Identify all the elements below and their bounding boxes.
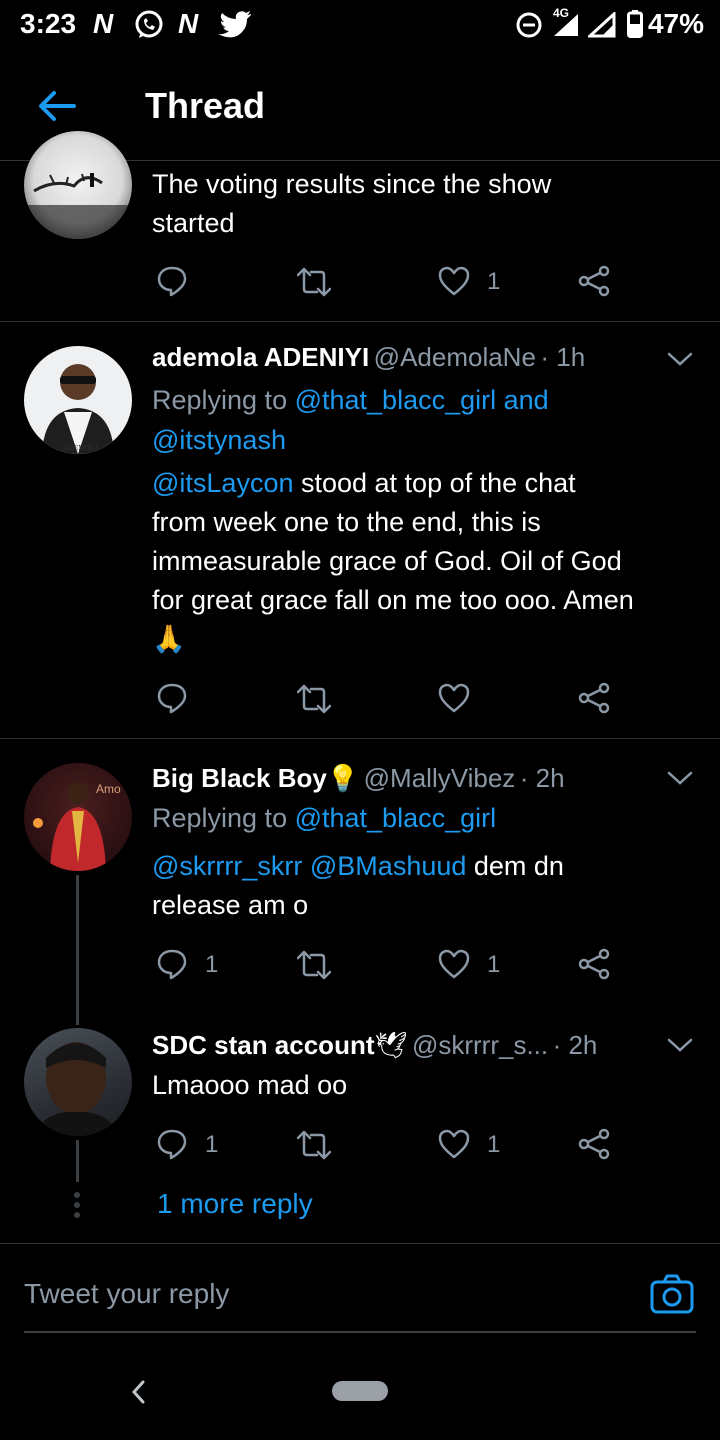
tweet-1[interactable]: The voting results since the show starte…	[0, 131, 720, 321]
avatar-ademola[interactable]: ADEMOLA	[24, 346, 132, 454]
lightbulb-emoji: 💡	[326, 763, 360, 793]
share-icon[interactable]	[578, 682, 610, 714]
page-title: Thread	[145, 85, 266, 126]
mention-link-2[interactable]: @BMashuud	[310, 851, 467, 881]
more-replies-link[interactable]: 1 more reply	[157, 1188, 313, 1220]
reply-count: 1	[205, 951, 219, 978]
avatar-moon[interactable]	[24, 131, 132, 239]
notification-n-icon: N	[93, 8, 114, 39]
signal-2-icon	[588, 12, 616, 38]
user-handle[interactable]: @AdemolaNe	[374, 342, 536, 372]
like-icon[interactable]	[438, 1129, 470, 1159]
thread-dot	[74, 1202, 80, 1208]
whatsapp-icon	[135, 10, 163, 38]
reply-icon[interactable]	[156, 948, 188, 980]
mention-link-1[interactable]: @skrrrr_skrr	[152, 851, 302, 881]
share-icon[interactable]	[578, 265, 610, 297]
reply-icon[interactable]	[156, 682, 188, 714]
like-count: 1	[487, 268, 501, 295]
tweet-2[interactable]: ADEMOLA ademola ADENIYI @AdemolaNe · 1h …	[0, 322, 720, 738]
person-avatar-image: ADEMOLA	[42, 364, 114, 454]
like-icon[interactable]	[438, 683, 470, 713]
reply-icon[interactable]	[156, 1128, 188, 1160]
tweet-time: · 2h	[552, 1030, 598, 1060]
status-bar: 3:23 N N 4G 47%	[0, 0, 720, 50]
retweet-icon[interactable]	[297, 267, 331, 297]
tweet-header: Big Black Boy💡 @MallyVibez · 2h	[152, 763, 652, 794]
camera-icon[interactable]	[650, 1274, 694, 1314]
retweet-icon[interactable]	[297, 950, 331, 980]
share-icon[interactable]	[578, 1128, 610, 1160]
like-count: 1	[487, 1131, 501, 1158]
display-name[interactable]: SDC stan account	[152, 1030, 375, 1060]
user-handle[interactable]: @skrrrr_s...	[412, 1030, 548, 1060]
notification-n2-icon: N	[178, 8, 199, 39]
tweet-header: SDC stan account🕊 @skrrrr_s... · 2h	[152, 1030, 672, 1061]
tweet-time: · 2h	[519, 763, 565, 793]
battery-icon	[627, 10, 643, 38]
divider	[0, 1243, 720, 1244]
replying-to-link[interactable]: @that_blacc_girl	[295, 803, 497, 833]
nav-back-icon[interactable]	[128, 1375, 148, 1409]
like-icon[interactable]	[438, 266, 470, 296]
chevron-down-icon[interactable]	[666, 350, 694, 368]
signal-icon	[554, 14, 578, 36]
thread-dot	[74, 1212, 80, 1218]
replying-to-link-2[interactable]: @itstynash	[152, 420, 549, 460]
thread-connector	[76, 875, 79, 1025]
reply-icon[interactable]	[156, 265, 188, 297]
person-avatar-image: Amo	[33, 782, 121, 871]
moon-tree-image	[24, 173, 132, 239]
replying-to-link[interactable]: @that_blacc_girl and	[295, 385, 549, 415]
reply-input-underline	[24, 1331, 696, 1333]
reply-count: 1	[205, 1131, 219, 1158]
tweet-text: @itsLaycon stood at top of the chat from…	[152, 464, 712, 659]
status-time: 3:23	[20, 8, 77, 39]
svg-text:Amo: Amo	[96, 782, 121, 796]
battery-percentage: 47%	[647, 8, 704, 39]
replying-to: Replying to @that_blacc_girl	[152, 803, 497, 833]
do-not-disturb-icon	[516, 12, 542, 38]
tweet-text: @skrrrr_skrr @BMashuud dem dn release am…	[152, 851, 564, 920]
back-arrow-icon[interactable]	[36, 85, 78, 127]
dove-emoji: 🕊	[374, 1030, 408, 1060]
replying-to: Replying to @that_blacc_girl and @itstyn…	[152, 380, 549, 460]
twitter-bird-icon	[218, 11, 251, 38]
tweet-time: · 1h	[540, 342, 586, 372]
svg-text:ADEMOLA: ADEMOLA	[64, 444, 99, 452]
tweet-text: Lmaooo mad oo	[152, 1070, 348, 1100]
mention-link[interactable]: @itsLaycon	[152, 468, 293, 498]
retweet-icon[interactable]	[297, 684, 331, 714]
display-name[interactable]: Big Black Boy	[152, 763, 327, 793]
chevron-down-icon[interactable]	[666, 769, 694, 787]
avatar-big-black-boy[interactable]: Amo	[24, 763, 132, 871]
tweet-3[interactable]: Amo Big Black Boy💡 @MallyVibez · 2h Repl…	[0, 739, 720, 1025]
share-icon[interactable]	[578, 948, 610, 980]
thread-dot	[74, 1192, 80, 1198]
tweet-header: ademola ADENIYI @AdemolaNe · 1h	[152, 342, 652, 373]
emoji: 🙏	[152, 624, 186, 654]
tweet-text: The voting results since the show starte…	[152, 169, 552, 238]
chevron-down-icon[interactable]	[666, 1036, 694, 1054]
person-avatar-image	[34, 1042, 120, 1136]
user-handle[interactable]: @MallyVibez	[364, 763, 516, 793]
reply-input[interactable]: Tweet your reply	[24, 1278, 229, 1310]
like-icon[interactable]	[438, 949, 470, 979]
retweet-icon[interactable]	[297, 1130, 331, 1160]
nav-home-pill[interactable]	[332, 1381, 388, 1401]
thread-connector	[76, 1140, 79, 1182]
avatar-sdc[interactable]	[24, 1028, 132, 1136]
display-name[interactable]: ademola ADENIYI	[152, 342, 369, 372]
tweet-4[interactable]: SDC stan account🕊 @skrrrr_s... · 2h Lmao…	[0, 1020, 720, 1242]
like-count: 1	[487, 951, 501, 978]
